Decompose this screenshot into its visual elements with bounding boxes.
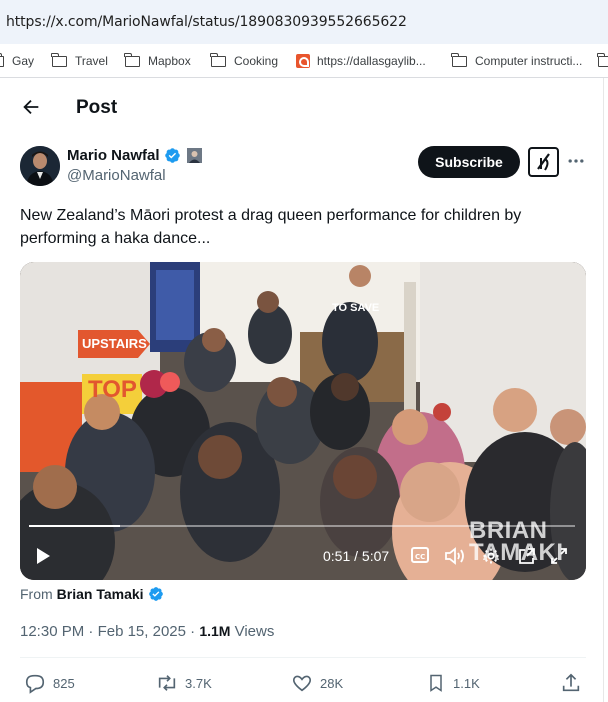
video-source: From Brian Tamaki xyxy=(20,586,164,602)
avatar[interactable] xyxy=(20,146,60,186)
bookmark-gay[interactable]: Gay xyxy=(0,52,35,69)
captions-icon[interactable]: CC xyxy=(411,547,429,563)
repost-icon xyxy=(158,675,176,691)
folder-icon xyxy=(51,52,67,67)
back-arrow-icon[interactable] xyxy=(20,96,42,118)
column-border xyxy=(603,78,604,702)
folder-icon xyxy=(451,52,467,67)
bookmark-count: 1.1K xyxy=(453,675,480,691)
url-text[interactable]: https://x.com/MarioNawfal/status/1890830… xyxy=(6,14,407,30)
reply-button[interactable]: 825 xyxy=(24,672,75,694)
page-title: Post xyxy=(76,97,118,118)
folder-icon xyxy=(124,52,140,67)
share-icon xyxy=(562,673,580,692)
from-name[interactable]: Brian Tamaki xyxy=(57,586,144,602)
bookmark-mapbox[interactable]: Mapbox xyxy=(124,52,191,69)
author-name-row: Mario Nawfal xyxy=(67,147,202,164)
tweet-text: New Zealand’s Māori protest a drag queen… xyxy=(20,207,522,247)
bookmark-label: Mapbox xyxy=(148,54,191,68)
site-favicon-icon xyxy=(296,54,310,68)
folder-icon xyxy=(0,52,4,67)
post-meta: 12:30 PM · Feb 15, 2025 · 1.1M Views xyxy=(20,623,274,640)
meta-separator: · xyxy=(84,623,98,640)
video-time: 0:51 / 5:07 xyxy=(323,548,390,564)
video-player[interactable]: UPSTAIRS TOP TO SAVE BRIAN TAMAKI 0:51 /… xyxy=(20,262,586,580)
bookmark-label: Gay xyxy=(12,54,35,68)
views-label: Views xyxy=(234,623,275,640)
reply-count: 825 xyxy=(53,675,75,691)
subscribe-button[interactable]: Subscribe xyxy=(418,146,520,178)
upstairs-sign: UPSTAIRS xyxy=(82,336,147,351)
from-prefix: From xyxy=(20,586,53,602)
share-button[interactable] xyxy=(560,672,589,694)
heart-icon xyxy=(292,675,312,692)
video-progress-bar[interactable] xyxy=(29,525,575,527)
meta-separator: · xyxy=(185,623,200,640)
bookmark-icon xyxy=(430,674,442,692)
bookmark-dallasgaylib[interactable]: https://dallasgaylib... xyxy=(296,53,426,69)
top-sign: TOP xyxy=(88,376,137,403)
video-progress-fill xyxy=(29,525,120,527)
divider xyxy=(20,657,586,658)
shirt-text: TO SAVE xyxy=(332,302,380,314)
fullscreen-icon[interactable] xyxy=(550,547,568,565)
bookmark-computer-instructions[interactable]: Computer instructi... xyxy=(451,52,583,69)
verified-badge-icon xyxy=(164,148,180,163)
like-count: 28K xyxy=(320,675,344,691)
svg-text:CC: CC xyxy=(415,553,425,561)
grok-icon[interactable] xyxy=(528,147,559,177)
bookmark-label: Travel xyxy=(75,54,108,68)
author-name[interactable]: Mario Nawfal xyxy=(67,147,160,164)
views-count: 1.1M xyxy=(199,623,231,639)
affiliate-badge-icon xyxy=(186,148,202,163)
more-options-icon[interactable] xyxy=(566,151,586,171)
bookmark-label: Computer instructi... xyxy=(475,54,583,68)
bookmark-button[interactable]: 1.1K xyxy=(426,672,480,694)
volume-icon[interactable] xyxy=(444,547,466,565)
post-time[interactable]: 12:30 PM xyxy=(20,623,84,640)
like-button[interactable]: 28K xyxy=(291,672,343,694)
bookmarks-bar: Gay Travel Mapbox Cooking https://dallas… xyxy=(0,44,608,78)
post-header: Post xyxy=(0,78,603,138)
bookmark-cooking[interactable]: Cooking xyxy=(210,52,279,69)
folder-icon xyxy=(597,52,608,67)
play-icon[interactable] xyxy=(34,547,52,565)
repost-count: 3.7K xyxy=(185,675,212,691)
folder-icon xyxy=(210,52,226,67)
bookmark-overflow[interactable] xyxy=(597,52,608,69)
settings-gear-icon[interactable] xyxy=(482,547,500,565)
post-date[interactable]: Feb 15, 2025 xyxy=(98,623,186,640)
repost-button[interactable]: 3.7K xyxy=(156,672,212,694)
bookmark-travel[interactable]: Travel xyxy=(51,52,108,69)
bookmark-label: Cooking xyxy=(234,54,279,68)
author-handle[interactable]: @MarioNawfal xyxy=(67,167,166,184)
url-bar[interactable]: https://x.com/MarioNawfal/status/1890830… xyxy=(0,0,608,44)
reply-icon xyxy=(25,674,45,694)
bookmark-label: https://dallasgaylib... xyxy=(317,54,426,68)
verified-badge-icon xyxy=(148,587,163,601)
picture-in-picture-icon[interactable] xyxy=(518,547,536,565)
